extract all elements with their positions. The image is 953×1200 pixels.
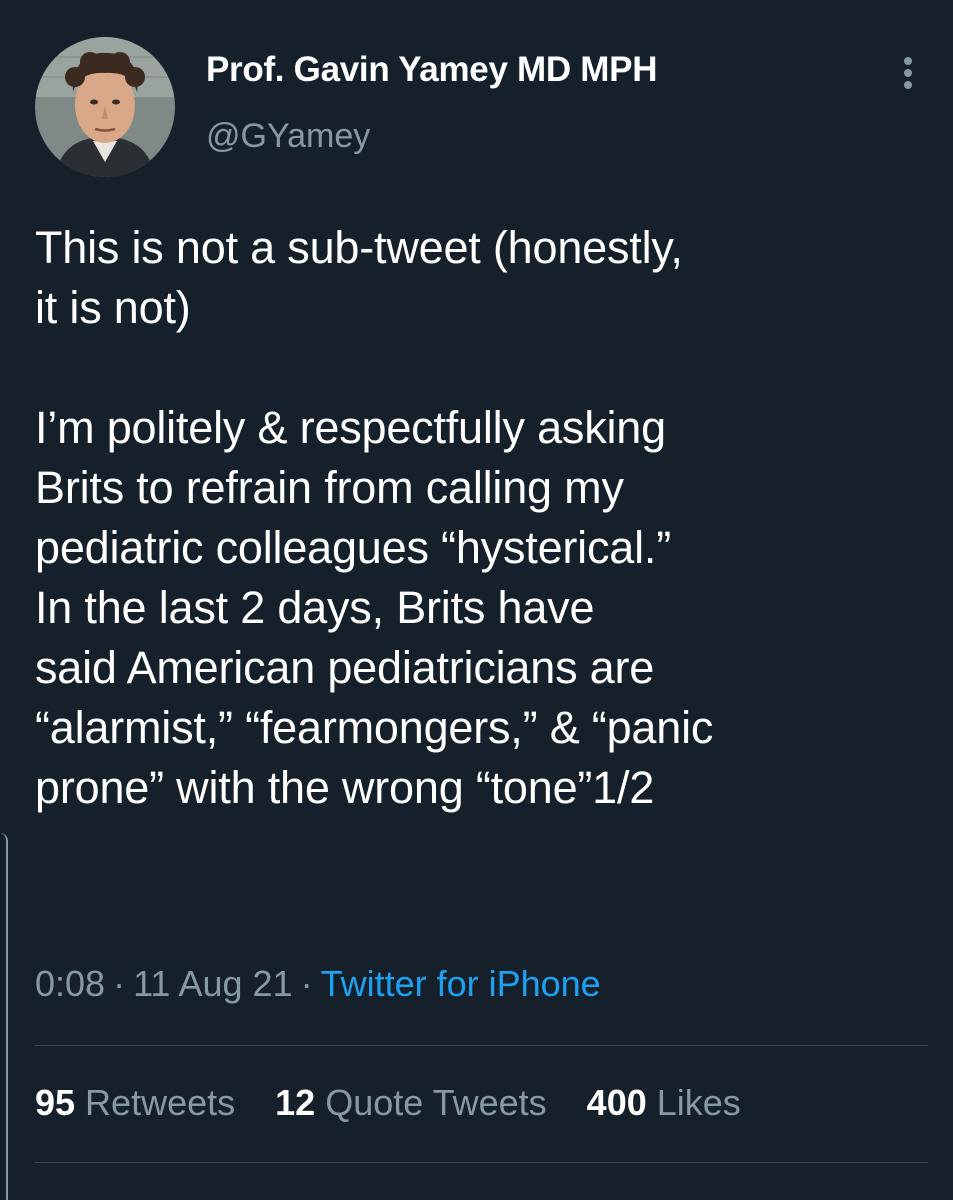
divider	[35, 1045, 928, 1046]
tweet-meta: 0:08 · 11 Aug 21 · Twitter for iPhone	[35, 963, 601, 1005]
quote-tweets-count: 12	[275, 1082, 316, 1123]
retweets-stat[interactable]: 95 Retweets	[35, 1082, 235, 1123]
retweets-count: 95	[35, 1082, 76, 1123]
profile-photo	[35, 37, 175, 177]
likes-stat[interactable]: 400 Likes	[587, 1082, 741, 1123]
tweet-date[interactable]: 11 Aug 21	[133, 963, 293, 1004]
more-vertical-icon[interactable]	[896, 55, 920, 95]
likes-label: Likes	[656, 1082, 741, 1123]
meta-separator: ·	[300, 963, 313, 1004]
tweet-text: This is not a sub-tweet (honestly, it is…	[35, 222, 714, 813]
tweet-time[interactable]: 0:08	[35, 963, 105, 1004]
quote-tweets-label: Quote Tweets	[325, 1082, 547, 1123]
tweet-source-link[interactable]: Twitter for iPhone	[321, 963, 601, 1004]
author-display-name[interactable]: Prof. Gavin Yamey MD MPH	[206, 50, 657, 90]
retweets-label: Retweets	[85, 1082, 236, 1123]
quote-tweets-stat[interactable]: 12 Quote Tweets	[275, 1082, 547, 1123]
meta-separator: ·	[113, 963, 126, 1004]
author-handle[interactable]: @GYamey	[206, 117, 370, 156]
edge-overlay	[0, 833, 8, 1200]
author-avatar[interactable]	[35, 37, 175, 177]
tweet-stats: 95 Retweets 12 Quote Tweets 400 Likes	[35, 1082, 771, 1124]
likes-count: 400	[586, 1082, 647, 1123]
divider	[35, 1162, 928, 1163]
